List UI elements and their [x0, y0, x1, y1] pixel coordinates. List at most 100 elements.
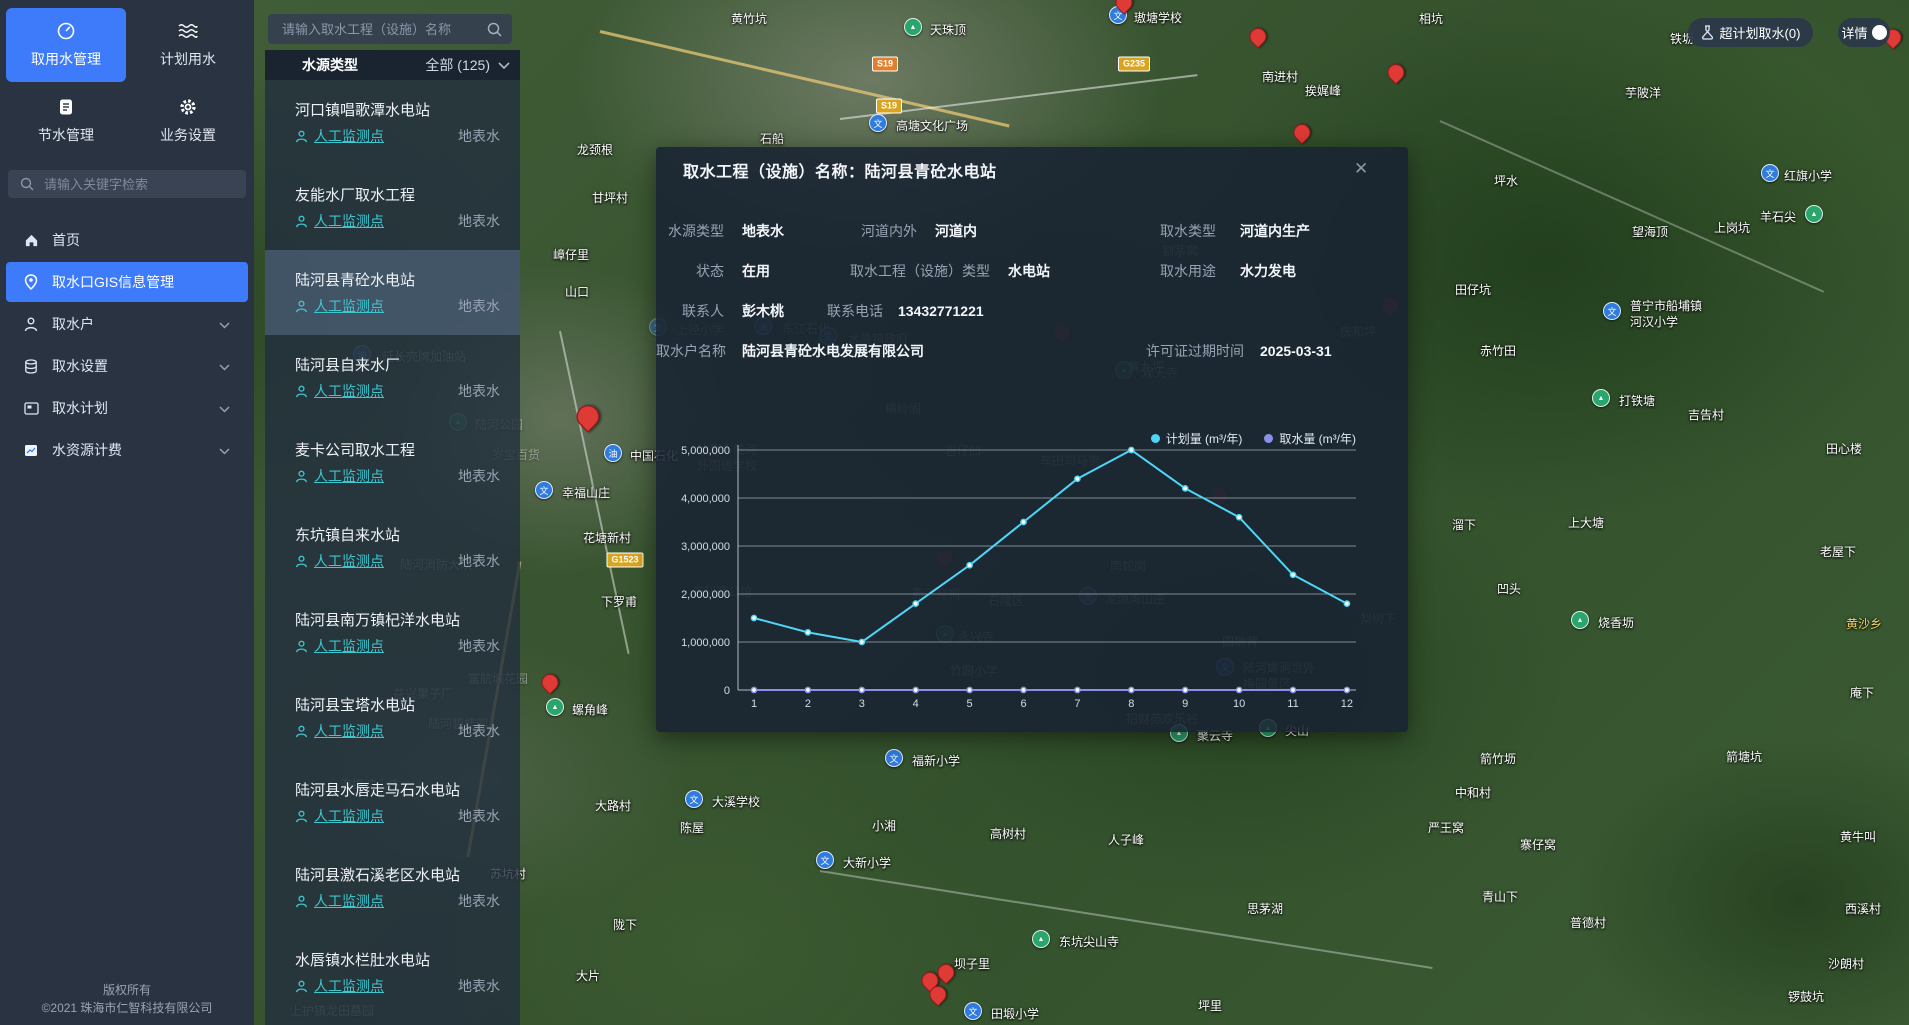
monitor-type-link[interactable]: 人工监测点	[314, 551, 384, 571]
filter-value[interactable]: 全部 (125)	[425, 55, 490, 75]
map-place-label: 陈屋	[680, 819, 704, 836]
map-place-label: 普宁市船埔镇	[1630, 297, 1702, 314]
svg-text:2,000,000: 2,000,000	[681, 589, 730, 601]
svg-text:12: 12	[1341, 698, 1353, 710]
location-pin-icon[interactable]	[1384, 60, 1408, 84]
menu-item-water-billing[interactable]: 水资源计费	[6, 430, 248, 470]
sidebar-search-input[interactable]	[42, 176, 216, 193]
menu-item-intake-plan[interactable]: 取水计划	[6, 388, 248, 428]
menu-item-gis-info[interactable]: 取水口GIS信息管理	[6, 262, 248, 302]
location-pin-icon[interactable]	[1246, 24, 1270, 48]
station-list-item[interactable]: 陆河县青砼水电站 人工监测点 地表水	[265, 250, 520, 335]
station-name: 陆河县青砼水电站	[295, 269, 415, 290]
monitor-type-link[interactable]: 人工监测点	[314, 721, 384, 741]
road-line	[820, 870, 1433, 969]
monitor-type-link[interactable]: 人工监测点	[314, 381, 384, 401]
station-list-item[interactable]: 友能水厂取水工程 人工监测点 地表水	[265, 165, 520, 250]
monitor-type-link[interactable]: 人工监测点	[314, 296, 384, 316]
poi-mountain-icon[interactable]: ▲	[546, 698, 564, 716]
menu-item-home[interactable]: 首页	[6, 220, 248, 260]
chevron-down-icon	[219, 442, 230, 458]
monitor-type-link[interactable]: 人工监测点	[314, 891, 384, 911]
poi-mountain-icon[interactable]: ▲	[904, 18, 922, 36]
poi-school-icon[interactable]: 文	[535, 481, 553, 499]
map-place-label: 田心楼	[1826, 440, 1862, 457]
svg-text:1: 1	[751, 698, 757, 710]
user-icon	[22, 317, 40, 332]
svg-text:9: 9	[1182, 698, 1188, 710]
tab-business-settings[interactable]: 业务设置	[128, 84, 248, 158]
poi-gas-icon[interactable]: 油	[604, 444, 622, 462]
tile-label: 业务设置	[160, 125, 216, 145]
station-list-item[interactable]: 陆河县水唇走马石水电站 人工监测点 地表水	[265, 760, 520, 845]
station-list-item[interactable]: 陆河县宝塔水电站 人工监测点 地表水	[265, 675, 520, 760]
copyright-line2: ©2021 珠海市仁智科技有限公司	[0, 999, 254, 1017]
poi-school-icon[interactable]: 文	[964, 1002, 982, 1020]
tab-water-saving-mgmt[interactable]: 节水管理	[6, 84, 126, 158]
poi-school-icon[interactable]: 文	[869, 114, 887, 132]
svg-text:7: 7	[1074, 698, 1080, 710]
location-pin-icon[interactable]	[1290, 120, 1314, 144]
map-place-label: 普德村	[1570, 914, 1606, 931]
map-place-label: 大溪学校	[712, 793, 760, 810]
station-list-item[interactable]: 陆河县激石溪老区水电站 人工监测点 地表水	[265, 845, 520, 930]
monitor-type-link[interactable]: 人工监测点	[314, 976, 384, 996]
station-list-item[interactable]: 陆河县南万镇杞洋水电站 人工监测点 地表水	[265, 590, 520, 675]
monitor-type-link[interactable]: 人工监测点	[314, 636, 384, 656]
station-list-item[interactable]: 麦卡公司取水工程 人工监测点 地表水	[265, 420, 520, 505]
map-place-label: 烧香坜	[1598, 614, 1634, 631]
tile-label: 计划用水	[160, 49, 216, 69]
water-source-type: 地表水	[458, 551, 500, 571]
poi-mountain-icon[interactable]: ▲	[1592, 389, 1610, 407]
card-icon	[22, 402, 40, 415]
svg-text:8: 8	[1128, 698, 1134, 710]
map-place-label: 下罗甫	[601, 593, 637, 610]
tab-water-intake-mgmt[interactable]: 取用水管理	[6, 8, 126, 82]
station-list-item[interactable]: 河口镇唱歌潭水电站 人工监测点 地表水	[265, 80, 520, 165]
over-plan-intake-button[interactable]: 超计划取水(0)	[1688, 18, 1813, 47]
station-list-item[interactable]: 陆河县自来水厂 人工监测点 地表水	[265, 335, 520, 420]
monitor-type-link[interactable]: 人工监测点	[314, 466, 384, 486]
menu-label: 取水户	[52, 314, 94, 334]
chevron-down-icon[interactable]	[498, 57, 510, 73]
detail-toggle-label: 详情	[1841, 23, 1867, 42]
poi-school-icon[interactable]: 文	[685, 790, 703, 808]
station-list-item[interactable]: 水唇镇水栏肚水电站 人工监测点 地表水	[265, 930, 520, 1015]
tab-planned-water[interactable]: 计划用水	[128, 8, 248, 82]
poi-mountain-icon[interactable]: ▲	[1805, 205, 1823, 223]
menu-label: 取水口GIS信息管理	[52, 272, 174, 292]
poi-school-icon[interactable]: 文	[1761, 164, 1779, 182]
map-place-label: 龙颈根	[577, 141, 613, 158]
detail-toggle[interactable]: 详情	[1838, 18, 1890, 47]
poi-mountain-icon[interactable]: ▲	[1571, 611, 1589, 629]
menu-item-intake-settings[interactable]: 取水设置	[6, 346, 248, 386]
map-place-label: 甘坪村	[592, 189, 628, 206]
poi-school-icon[interactable]: 文	[885, 749, 903, 767]
map-place-label: 吉告村	[1688, 406, 1724, 423]
copyright-line1: 版权所有	[0, 981, 254, 999]
map-place-label: 黄牛叫	[1840, 828, 1876, 845]
monitor-type-link[interactable]: 人工监测点	[314, 126, 384, 146]
monitor-type-link[interactable]: 人工监测点	[314, 211, 384, 231]
station-panel: 水源类型 全部 (125) 河口镇唱歌潭水电站 人工监测点 地表水 友能水厂取水…	[265, 0, 520, 1025]
map-place-label: 大片	[576, 967, 600, 984]
station-list-item[interactable]: 东坑镇自来水站 人工监测点 地表水	[265, 505, 520, 590]
menu-item-water-users[interactable]: 取水户	[6, 304, 248, 344]
location-pin-icon[interactable]	[538, 670, 562, 694]
map-place-label: 相坑	[1419, 10, 1443, 27]
poi-school-icon[interactable]: 文	[1603, 302, 1621, 320]
search-icon[interactable]	[487, 22, 502, 37]
road-badge: G1523	[606, 553, 643, 568]
monitor-type-link[interactable]: 人工监测点	[314, 806, 384, 826]
map-place-label: 黄沙乡	[1846, 615, 1882, 632]
poi-mountain-icon[interactable]: ▲	[1032, 930, 1050, 948]
station-search-input[interactable]	[280, 21, 474, 38]
map-place-label: 天珠顶	[930, 21, 966, 38]
sidebar-search	[8, 170, 246, 198]
intake-line-chart[interactable]: 01,000,0002,000,0003,000,0004,000,0005,0…	[656, 147, 1408, 732]
water-source-type: 地表水	[458, 381, 500, 401]
station-name: 陆河县南万镇杞洋水电站	[295, 609, 460, 630]
over-plan-label: 超计划取水(0)	[1720, 23, 1801, 42]
toggle-knob[interactable]	[1872, 25, 1887, 40]
poi-school-icon[interactable]: 文	[816, 851, 834, 869]
